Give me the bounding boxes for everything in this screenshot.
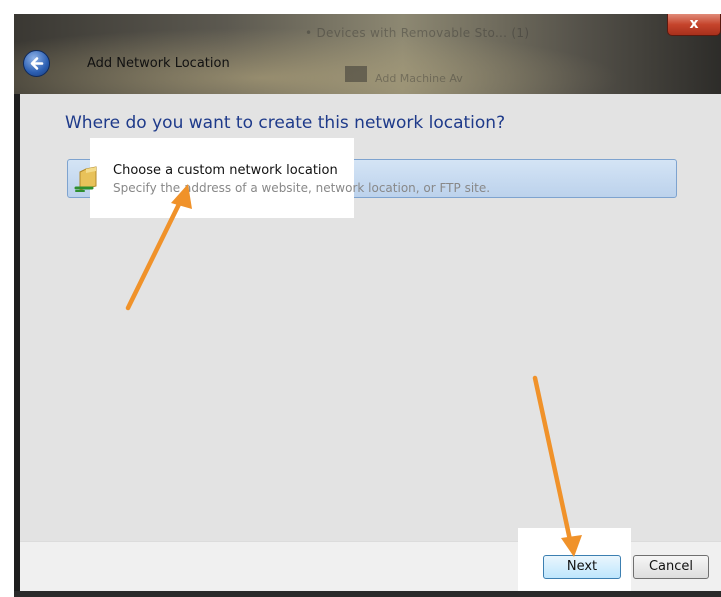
annotation-arrow-next <box>532 375 582 557</box>
annotation-arrows <box>125 184 582 557</box>
annotation-arrow-option <box>125 184 192 311</box>
